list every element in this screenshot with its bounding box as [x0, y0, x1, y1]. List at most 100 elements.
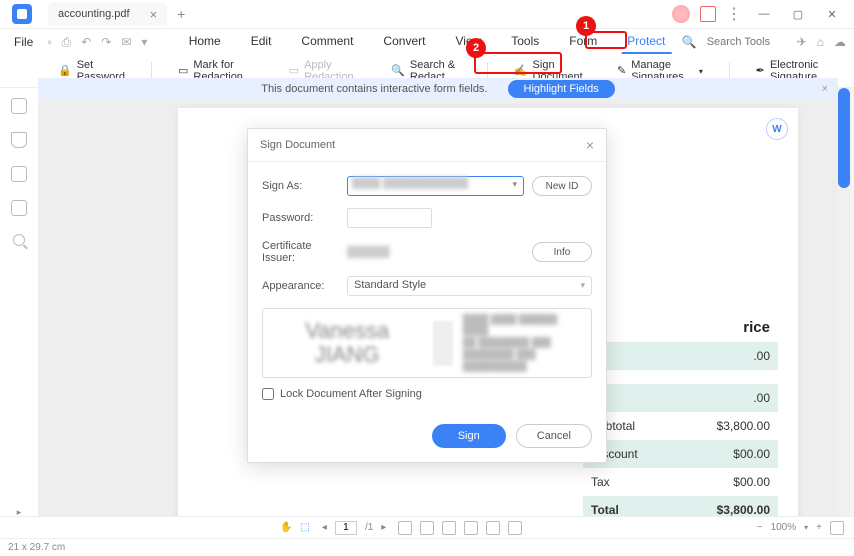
- lock-after-signing-checkbox[interactable]: Lock Document After Signing: [262, 388, 592, 400]
- zoom-level: 100%: [771, 522, 797, 533]
- lock-checkbox-input[interactable]: [262, 388, 274, 400]
- qat-dropdown-icon[interactable]: ▾: [141, 35, 147, 50]
- titlebar: accounting.pdf × + ⋮ — ▢ ✕: [0, 0, 854, 29]
- sign-document-dialog: Sign Document × Sign As: ████ ██████████…: [247, 128, 607, 463]
- chevron-down-icon: ▾: [699, 67, 703, 76]
- maximize-button[interactable]: ▢: [786, 2, 810, 26]
- cancel-button[interactable]: Cancel: [516, 424, 592, 448]
- bottom-toolbar: ✋ ⬚ ◂ /1 ▸ − 100% ▾ +: [0, 516, 854, 538]
- home-icon[interactable]: ⌂: [817, 35, 824, 49]
- info-button[interactable]: Info: [532, 242, 592, 262]
- sign-as-label: Sign As:: [262, 180, 347, 192]
- layout-book-icon[interactable]: [486, 521, 500, 535]
- table-row: [583, 370, 778, 384]
- mail-icon[interactable]: ✉: [121, 35, 131, 50]
- appearance-select[interactable]: Standard Style: [347, 276, 592, 296]
- preview-signer-name: Vanessa JIANG: [271, 319, 423, 367]
- highlight-fields-button[interactable]: Highlight Fields: [508, 80, 615, 98]
- banner-close-icon[interactable]: ×: [822, 83, 828, 95]
- sign-button[interactable]: Sign: [432, 424, 506, 448]
- menu-edit[interactable]: Edit: [245, 30, 278, 54]
- minimize-button[interactable]: —: [752, 2, 776, 26]
- document-tab[interactable]: accounting.pdf ×: [48, 2, 167, 26]
- quick-access-toolbar: ▫ ⎙ ↶ ↷ ✉ ▾: [47, 35, 147, 50]
- fit-page-icon[interactable]: [830, 521, 844, 535]
- dialog-title: Sign Document: [260, 139, 335, 151]
- comment-panel-icon[interactable]: [11, 166, 27, 182]
- convert-to-word-badge[interactable]: W: [766, 118, 788, 140]
- layout-single-icon[interactable]: [398, 521, 412, 535]
- zoom-out-icon[interactable]: −: [757, 522, 763, 533]
- table-row: .00: [583, 342, 778, 370]
- attachment-panel-icon[interactable]: [11, 200, 27, 216]
- sign-as-select[interactable]: ████ ████████████: [347, 176, 524, 196]
- lock-checkbox-label: Lock Document After Signing: [280, 388, 422, 400]
- table-row: .00: [583, 384, 778, 412]
- redact-mark-icon: ▭: [178, 64, 188, 78]
- password-label: Password:: [262, 212, 347, 224]
- cert-issuer-label: Certificate Issuer:: [262, 240, 347, 264]
- signature-preview: Vanessa JIANG ████ ████ ██████ ██████ ██…: [262, 308, 592, 378]
- callout-badge-1: 1: [576, 16, 596, 36]
- cert-issuer-value: ██████: [347, 247, 390, 258]
- search-tools-input[interactable]: [707, 36, 787, 48]
- new-id-button[interactable]: New ID: [532, 176, 592, 196]
- search-redact-icon: 🔍: [391, 64, 405, 78]
- undo-icon[interactable]: ↶: [81, 35, 91, 50]
- menubar: File ▫ ⎙ ↶ ↷ ✉ ▾ Home Edit Comment Conve…: [0, 29, 854, 55]
- redo-icon[interactable]: ↷: [101, 35, 111, 50]
- menu-protect[interactable]: Protect: [621, 30, 671, 54]
- close-button[interactable]: ✕: [820, 2, 844, 26]
- bookmark-panel-icon[interactable]: [11, 132, 27, 148]
- manage-sig-icon: ✎: [617, 64, 626, 78]
- menu-convert[interactable]: Convert: [377, 30, 431, 54]
- page-total: /1: [365, 522, 373, 533]
- dialog-close-icon[interactable]: ×: [586, 137, 594, 153]
- kebab-menu-icon[interactable]: ⋮: [726, 4, 742, 24]
- print-icon[interactable]: ⎙: [62, 35, 72, 50]
- page-number-input[interactable]: [335, 521, 357, 535]
- prev-page-icon[interactable]: ◂: [322, 522, 327, 533]
- esign-icon: ✒: [756, 64, 765, 78]
- hand-tool-icon[interactable]: ✋: [280, 522, 292, 533]
- tab-close-icon[interactable]: ×: [150, 7, 158, 22]
- zoom-in-icon[interactable]: +: [816, 522, 822, 533]
- save-icon[interactable]: ▫: [47, 35, 51, 50]
- form-fields-banner: This document contains interactive form …: [38, 78, 838, 100]
- table-row-subtotal: Subtotal$3,800.00: [583, 412, 778, 440]
- password-input[interactable]: [347, 208, 432, 228]
- preview-details: ████ ████ ██████ ██████ ████████ ███████…: [463, 314, 583, 372]
- add-tab-icon[interactable]: +: [177, 6, 185, 22]
- menu-home[interactable]: Home: [183, 30, 227, 54]
- scrollbar-vertical[interactable]: [838, 88, 850, 516]
- zoom-dropdown-icon[interactable]: ▾: [804, 523, 808, 532]
- table-row-tax: Tax$00.00: [583, 468, 778, 496]
- table-row-discount: Discount$00.00: [583, 440, 778, 468]
- send-icon[interactable]: ✈: [797, 35, 807, 49]
- invoice-col-price: rice: [583, 313, 778, 342]
- page-dimensions: 21 x 29.7 cm: [8, 542, 65, 553]
- left-panel: ▸: [0, 88, 38, 538]
- select-tool-icon[interactable]: ⬚: [300, 522, 309, 533]
- file-menu[interactable]: File: [8, 31, 39, 53]
- main-menu: Home Edit Comment Convert View Tools For…: [183, 30, 672, 54]
- redact-apply-icon: ▭: [289, 64, 299, 78]
- menu-comment[interactable]: Comment: [295, 30, 359, 54]
- callout-badge-2: 2: [466, 38, 486, 58]
- user-avatar[interactable]: [672, 5, 690, 23]
- signature-icon: ✍: [514, 64, 528, 78]
- layout-cover-icon[interactable]: [464, 521, 478, 535]
- layout-facing-icon[interactable]: [442, 521, 456, 535]
- layout-continuous-icon[interactable]: [420, 521, 434, 535]
- notification-icon[interactable]: [700, 6, 716, 22]
- invoice-table: rice .00 .00 Subtotal$3,800.00 Discount$…: [583, 313, 778, 524]
- banner-text: This document contains interactive form …: [261, 83, 487, 95]
- cloud-icon[interactable]: ☁: [834, 35, 846, 49]
- thumbnail-panel-icon[interactable]: [11, 98, 27, 114]
- layout-read-icon[interactable]: [508, 521, 522, 535]
- next-page-icon[interactable]: ▸: [381, 522, 386, 533]
- search-icon[interactable]: 🔍: [682, 35, 697, 49]
- menu-tools[interactable]: Tools: [505, 30, 545, 54]
- search-panel-icon[interactable]: [13, 234, 25, 246]
- lock-icon: 🔒: [58, 64, 72, 78]
